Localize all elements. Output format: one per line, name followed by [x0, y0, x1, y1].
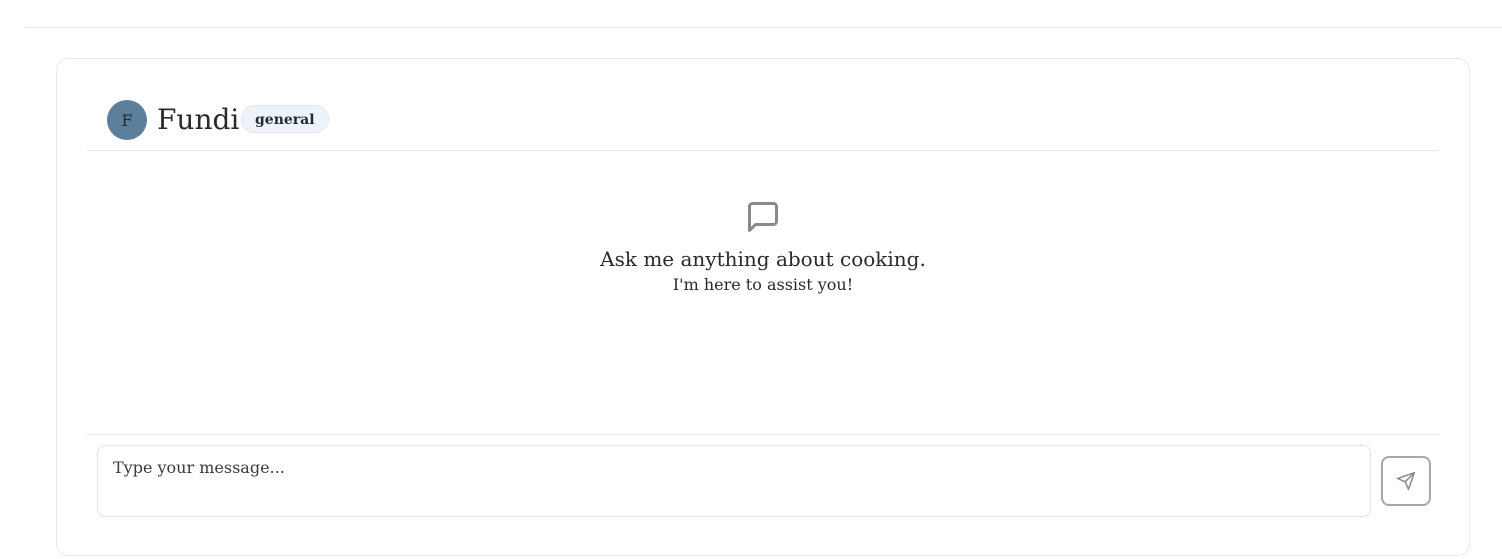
bot-name: Fundi: [157, 103, 240, 136]
avatar-letter: F: [121, 110, 133, 130]
chat-card: F Fundi general Ask me anything about co…: [56, 58, 1470, 556]
top-divider: [26, 27, 1502, 28]
avatar: F: [107, 100, 147, 140]
send-icon: [1396, 471, 1416, 491]
send-button[interactable]: [1381, 456, 1431, 506]
empty-state-subtitle: I'm here to assist you!: [672, 275, 854, 294]
message-composer: [87, 434, 1439, 545]
chat-header: F Fundi general: [87, 59, 1439, 151]
message-square-icon: [748, 202, 778, 232]
message-input[interactable]: [97, 445, 1371, 517]
top-clipped-area: [0, 0, 1502, 28]
empty-state-title: Ask me anything about cooking.: [600, 247, 926, 271]
category-badge: general: [241, 105, 329, 133]
empty-state: Ask me anything about cooking. I'm here …: [57, 199, 1469, 297]
